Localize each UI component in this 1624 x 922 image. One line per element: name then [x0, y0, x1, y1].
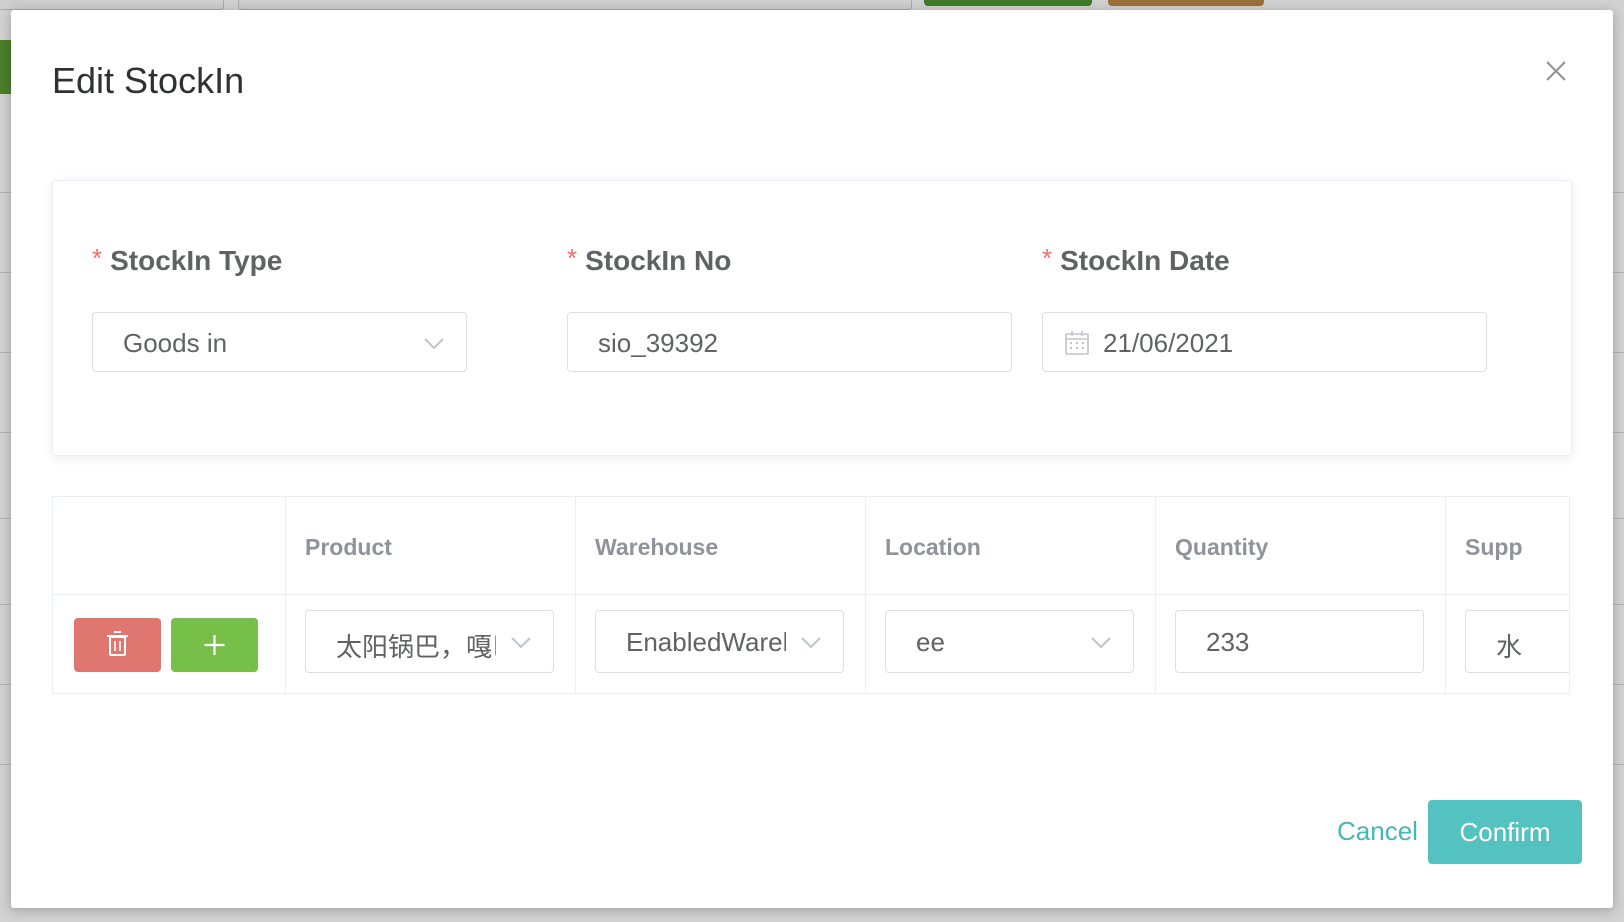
background-input	[0, 0, 224, 10]
column-header-location: Location	[885, 534, 981, 560]
calendar-icon	[1065, 331, 1089, 355]
chevron-down-icon	[511, 637, 531, 649]
chevron-down-icon	[1091, 637, 1111, 649]
supplier-value: 水	[1496, 632, 1523, 662]
product-value: 太阳锅巴，嘎巴	[336, 632, 496, 662]
location-value: ee	[916, 627, 945, 657]
stockin-no-label-text: StockIn No	[585, 245, 732, 276]
warehouse-value: EnabledWarehouse	[626, 627, 786, 657]
stockin-type-select[interactable]: Goods in	[92, 312, 467, 372]
close-icon[interactable]	[1541, 56, 1571, 86]
add-row-button[interactable]	[171, 618, 258, 672]
required-mark: *	[1042, 243, 1053, 273]
required-mark: *	[567, 243, 578, 273]
stockin-date-label: * StockIn Date	[1042, 243, 1230, 277]
stockin-form-card: * StockIn Type Goods in * StockIn No sio_3…	[52, 180, 1572, 456]
plus-icon	[204, 635, 225, 655]
stockin-items-table: Product Warehouse Location Quantity Supp	[52, 496, 1570, 694]
confirm-button[interactable]: Confirm	[1428, 800, 1582, 864]
table-header-row: Product Warehouse Location Quantity Supp	[53, 497, 1569, 595]
stockin-no-label: * StockIn No	[567, 243, 732, 277]
stockin-type-label-text: StockIn Type	[110, 245, 283, 276]
delete-row-button[interactable]	[74, 618, 161, 672]
chevron-down-icon	[801, 637, 821, 649]
chevron-down-icon	[424, 338, 444, 350]
quantity-input[interactable]: 233	[1175, 610, 1424, 673]
background-button	[1108, 0, 1264, 6]
product-select[interactable]: 太阳锅巴，嘎巴	[305, 610, 554, 673]
edit-stockin-dialog: Edit StockIn * StockIn Type Goods in * Sto…	[11, 10, 1613, 908]
stockin-type-label: * StockIn Type	[92, 243, 283, 277]
trash-icon	[107, 631, 128, 656]
table-row: 太阳锅巴，嘎巴 EnabledWarehouse ee 233	[53, 594, 1569, 693]
stockin-type-value: Goods in	[123, 328, 228, 358]
column-header-product: Product	[305, 534, 392, 560]
stockin-no-input[interactable]: sio_39392	[567, 312, 1012, 372]
stockin-date-value: 21/06/2021	[1103, 328, 1234, 358]
location-select[interactable]: ee	[885, 610, 1134, 673]
background-input	[238, 0, 912, 10]
dialog-title: Edit StockIn	[52, 60, 245, 101]
stockin-date-picker[interactable]: 21/06/2021	[1042, 312, 1487, 372]
warehouse-select[interactable]: EnabledWarehouse	[595, 610, 844, 673]
column-header-warehouse: Warehouse	[595, 534, 719, 560]
column-header-supplier: Supp	[1465, 534, 1523, 560]
quantity-value: 233	[1206, 627, 1250, 657]
required-mark: *	[92, 243, 103, 273]
column-header-quantity: Quantity	[1175, 534, 1269, 560]
cancel-button[interactable]: Cancel	[1337, 816, 1418, 847]
stockin-date-label-text: StockIn Date	[1060, 245, 1230, 276]
background-button	[924, 0, 1092, 6]
stockin-no-value: sio_39392	[598, 328, 718, 358]
supplier-select[interactable]: 水	[1465, 610, 1569, 673]
